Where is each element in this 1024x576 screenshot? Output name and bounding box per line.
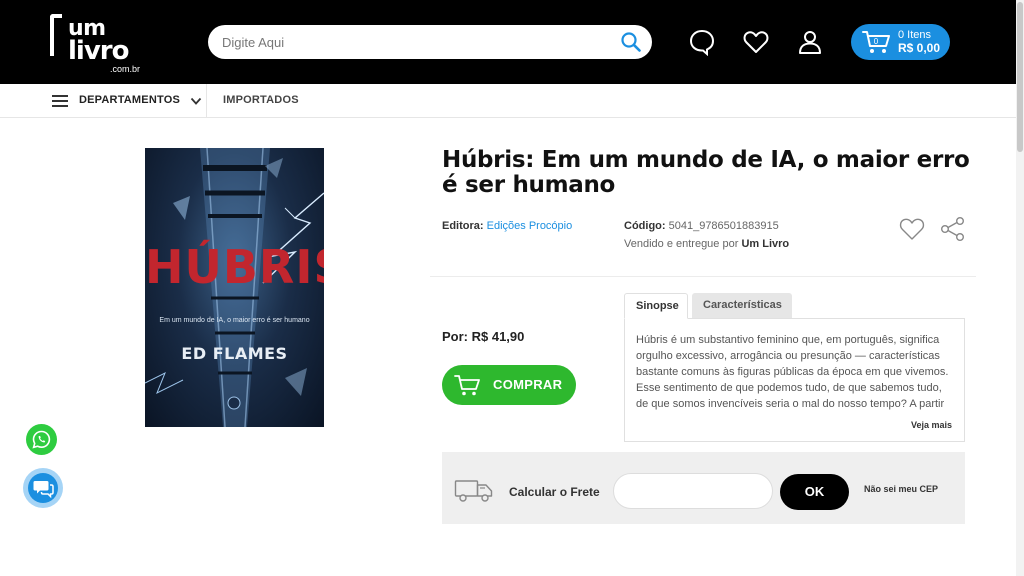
shipping-label: Calcular o Frete — [509, 485, 600, 499]
nav-departments[interactable]: DEPARTAMENTOS — [79, 94, 180, 106]
chevron-down-icon[interactable] — [190, 95, 202, 107]
category-nav: DEPARTAMENTOS IMPORTADOS — [0, 84, 1024, 118]
cart-button[interactable]: 0 0 Itens R$ 0,00 — [851, 24, 950, 60]
search-input[interactable] — [222, 25, 612, 59]
scrollbar-thumb[interactable] — [1017, 2, 1023, 152]
unknown-cep-link[interactable]: Não sei meu CEP — [864, 484, 938, 494]
code-label: Código: — [624, 220, 666, 232]
tab-caracteristicas[interactable]: Características — [692, 293, 792, 319]
truck-icon — [454, 480, 493, 502]
publisher-link[interactable]: Edições Procópio — [487, 220, 573, 232]
publisher-info: Editora: Edições Procópio — [442, 220, 572, 232]
chat-bubble-icon[interactable] — [688, 28, 716, 56]
code-info: Código: 5041_9786501883915 — [624, 220, 779, 232]
heart-icon[interactable] — [742, 28, 770, 56]
cep-input[interactable] — [613, 473, 773, 509]
whatsapp-button[interactable] — [26, 424, 57, 455]
cover-subtitle: Em um mundo de IA, o maior erro é ser hu… — [159, 317, 310, 324]
publisher-label: Editora: — [442, 220, 484, 232]
tab-panel: Húbris é um substantivo feminino que, em… — [624, 318, 965, 442]
logo-mark — [50, 14, 62, 56]
calculate-shipping-button[interactable]: OK — [780, 474, 849, 510]
product-title: Húbris: Em um mundo de IA, o maior erro … — [442, 147, 970, 198]
cover-author: ED FLAMES — [181, 344, 288, 363]
share-icon[interactable] — [940, 216, 966, 242]
svg-text:0: 0 — [874, 37, 879, 46]
section-divider — [430, 276, 976, 277]
top-header: um livro .com.br 0 0 Itens R$ 0,00 — [0, 0, 1024, 84]
hamburger-icon[interactable] — [52, 95, 68, 107]
synopsis-text: Húbris é um substantivo feminino que, em… — [636, 334, 949, 410]
user-icon[interactable] — [796, 28, 824, 56]
see-more-link[interactable]: Veja mais — [911, 420, 952, 430]
favorite-heart-icon[interactable] — [898, 216, 926, 242]
chat-icon — [33, 481, 54, 499]
cart-icon — [454, 375, 480, 396]
search-icon[interactable] — [620, 31, 642, 53]
seller-info: Vendido e entregue por Um Livro — [624, 238, 789, 250]
nav-imported[interactable]: IMPORTADOS — [223, 94, 299, 106]
page-scrollbar[interactable] — [1016, 0, 1024, 576]
buy-button-label: COMPRAR — [493, 377, 563, 392]
product-image[interactable]: HÚBRIS Em um mundo de IA, o maior erro é… — [145, 148, 324, 427]
cart-total: R$ 0,00 — [898, 41, 941, 55]
logo-text-livro: livro — [68, 36, 129, 66]
chat-button-inner — [28, 473, 58, 503]
cart-count: 0 Itens — [898, 29, 932, 41]
seller-name: Um Livro — [741, 238, 790, 250]
shipping-calculator: Calcular o Frete OK Não sei meu CEP — [442, 452, 965, 524]
live-chat-button[interactable] — [23, 468, 63, 508]
cart-icon: 0 — [862, 31, 890, 53]
search-bar — [208, 25, 652, 59]
nav-divider — [206, 84, 207, 118]
product-price: Por: R$ 41,90 — [442, 329, 525, 344]
whatsapp-icon — [32, 430, 51, 449]
product-code: 5041_9786501883915 — [668, 220, 779, 232]
logo-domain: .com.br — [110, 64, 141, 74]
sold-by-prefix: Vendido e entregue por — [624, 238, 739, 250]
cover-title: HÚBRIS — [145, 240, 324, 294]
site-logo[interactable]: um livro .com.br — [50, 14, 150, 74]
tab-sinopse[interactable]: Sinopse — [624, 293, 688, 319]
buy-button[interactable]: COMPRAR — [442, 365, 576, 405]
